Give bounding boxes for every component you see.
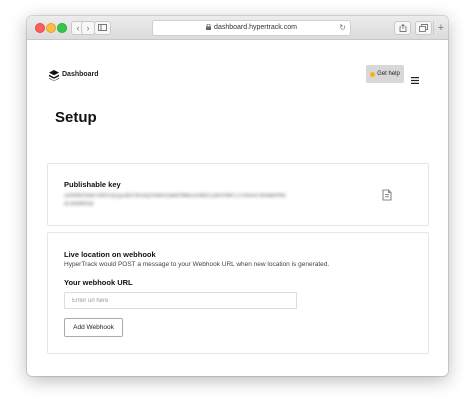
lightbulb-icon xyxy=(370,71,376,77)
webhook-description: HyperTrack would POST a message to your … xyxy=(64,261,330,268)
share-icon xyxy=(399,24,406,32)
tabs-icon xyxy=(419,24,428,32)
minimize-window-button[interactable] xyxy=(46,23,56,33)
reload-icon[interactable]: ↻ xyxy=(339,21,346,35)
hypertrack-logo-icon[interactable] xyxy=(49,68,59,86)
browser-toolbar: ‹ › dashboard.hypertrack.com ↻ + xyxy=(27,16,448,40)
sidebar-toggle-button[interactable] xyxy=(94,21,111,35)
get-help-button[interactable]: Get help xyxy=(366,65,404,83)
webhook-title: Live location on webhook xyxy=(64,250,156,259)
copy-icon[interactable] xyxy=(382,188,392,206)
close-window-button[interactable] xyxy=(35,23,45,33)
lock-icon xyxy=(206,22,212,36)
webhook-url-label: Your webhook URL xyxy=(64,278,133,287)
hamburger-menu-icon[interactable] xyxy=(411,71,419,89)
new-tab-button[interactable]: + xyxy=(433,21,448,35)
sidebar-icon xyxy=(98,24,107,31)
zoom-window-button[interactable] xyxy=(57,23,67,33)
get-help-label: Get help xyxy=(377,71,400,77)
webhook-card: Live location on webhook HyperTrack woul… xyxy=(47,232,429,354)
address-bar[interactable]: dashboard.hypertrack.com ↻ xyxy=(152,20,351,36)
webhook-url-input[interactable] xyxy=(64,292,297,309)
add-webhook-button[interactable]: Add Webhook xyxy=(64,318,123,337)
publishable-key-title: Publishable key xyxy=(64,180,121,189)
page-title: Setup xyxy=(55,109,97,126)
show-tabs-button[interactable] xyxy=(415,21,432,35)
browser-window: ‹ › dashboard.hypertrack.com ↻ + Dashboa… xyxy=(27,16,448,376)
forward-button[interactable]: › xyxy=(81,21,95,35)
publishable-key-card: Publishable key cmVMd0ZkWmlnRkhIQ1gxUE9l… xyxy=(47,163,429,226)
publishable-key-value: cmVMd0ZkWmlnRkhIQ1gxUE9lRzdqZXhmOXZwWkFR… xyxy=(64,193,287,207)
share-button[interactable] xyxy=(394,21,411,35)
url-text: dashboard.hypertrack.com xyxy=(214,24,297,31)
app-header: Dashboard Get help xyxy=(27,40,448,86)
brand-name[interactable]: Dashboard xyxy=(62,71,99,78)
